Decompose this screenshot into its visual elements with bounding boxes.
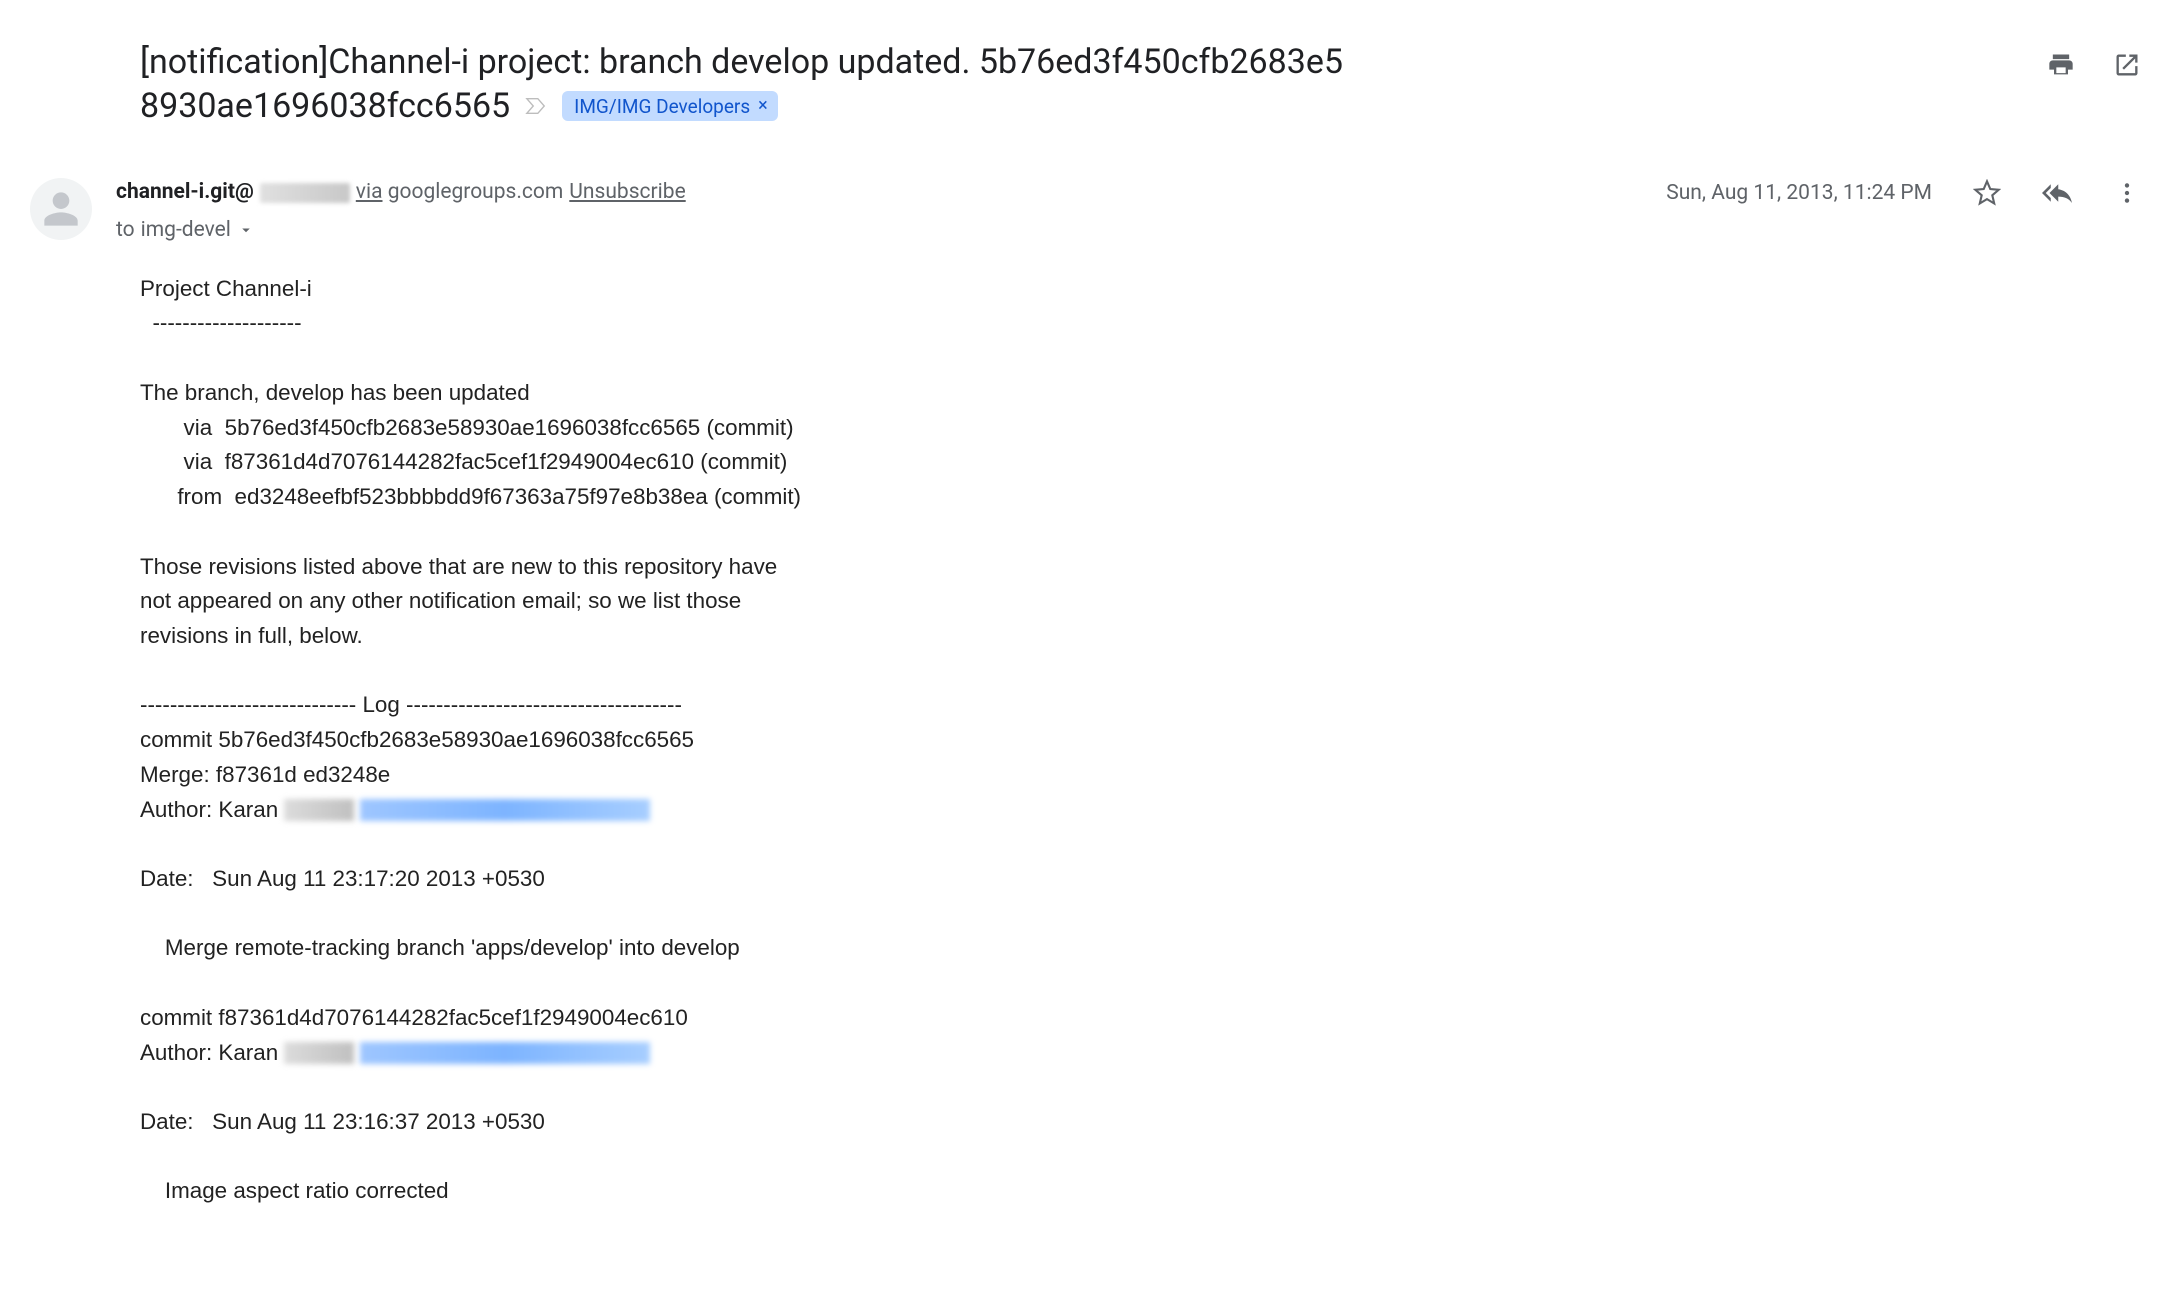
body-line: via 5b76ed3f450cfb2683e58930ae1696038fcc… [140,415,794,440]
via-text: via [356,180,383,204]
email-date: Sun, Aug 11, 2013, 11:24 PM [1666,181,1932,205]
via-domain: googlegroups.com [383,180,564,204]
important-marker-icon[interactable] [522,96,550,116]
email-body: Project Channel-i -------------------- T… [30,272,2142,1209]
label-chip[interactable]: IMG/IMG Developers × [562,91,778,121]
body-line: Project Channel-i [140,276,312,301]
body-line: commit f87361d4d7076144282fac5cef1f29490… [140,1005,688,1030]
sender-domain-redacted [260,183,350,203]
author-email-redacted [360,799,650,821]
open-new-window-icon[interactable] [2112,50,2142,80]
star-icon[interactable] [1972,178,2002,208]
email-viewer: [notification]Channel-i project: branch … [0,0,2182,1209]
author-surname-redacted [284,799,354,821]
body-line: The branch, develop has been updated [140,380,530,405]
author-surname-redacted [284,1042,354,1064]
email-meta: channel-i.git@ via googlegroups.com Unsu… [30,178,2142,241]
label-chip-text: IMG/IMG Developers [574,95,750,118]
body-line: Date: Sun Aug 11 23:17:20 2013 +0530 [140,866,545,891]
body-line: revisions in full, below. [140,623,363,648]
body-line: Image aspect ratio corrected [140,1178,449,1203]
body-line-author2: Author: Karan [140,1036,284,1071]
meta-right: Sun, Aug 11, 2013, 11:24 PM [1666,178,2142,208]
recipients-line[interactable]: to img-devel [116,218,1642,242]
body-line: from ed3248eefbf523bbbbdd9f67363a75f97e8… [140,484,801,509]
body-line: commit 5b76ed3f450cfb2683e58930ae1696038… [140,727,694,752]
subject-line1: [notification]Channel-i project: branch … [140,40,1420,84]
body-line-author1: Author: Karan [140,793,284,828]
header-actions [2046,40,2142,80]
sender-line: channel-i.git@ via googlegroups.com Unsu… [116,178,1642,207]
body-line: Those revisions listed above that are ne… [140,554,777,579]
sender-name: channel-i.git@ [116,178,254,207]
email-header: [notification]Channel-i project: branch … [30,40,2142,128]
subject-area: [notification]Channel-i project: branch … [140,40,2026,128]
body-line: not appeared on any other notification e… [140,588,741,613]
avatar[interactable] [30,178,92,240]
unsubscribe-link[interactable]: Unsubscribe [569,178,685,207]
chevron-down-icon[interactable] [237,221,255,239]
body-line: ----------------------------- Log ------… [140,692,682,717]
to-recipient: img-devel [141,218,231,242]
label-remove-icon[interactable]: × [758,97,768,115]
subject-line2: 8930ae1696038fcc6565 [140,84,510,128]
body-line: Merge: f87361d ed3248e [140,762,390,787]
body-line: Date: Sun Aug 11 23:16:37 2013 +0530 [140,1109,545,1134]
reply-all-icon[interactable] [2042,178,2072,208]
author-email-redacted [360,1042,650,1064]
print-icon[interactable] [2046,50,2076,80]
body-line: -------------------- [140,310,302,335]
body-line: via f87361d4d7076144282fac5cef1f2949004e… [140,449,787,474]
sender-block: channel-i.git@ via googlegroups.com Unsu… [116,178,1642,241]
more-menu-icon[interactable] [2112,178,2142,208]
to-prefix: to [116,218,135,242]
body-line: Merge remote-tracking branch 'apps/devel… [140,935,740,960]
